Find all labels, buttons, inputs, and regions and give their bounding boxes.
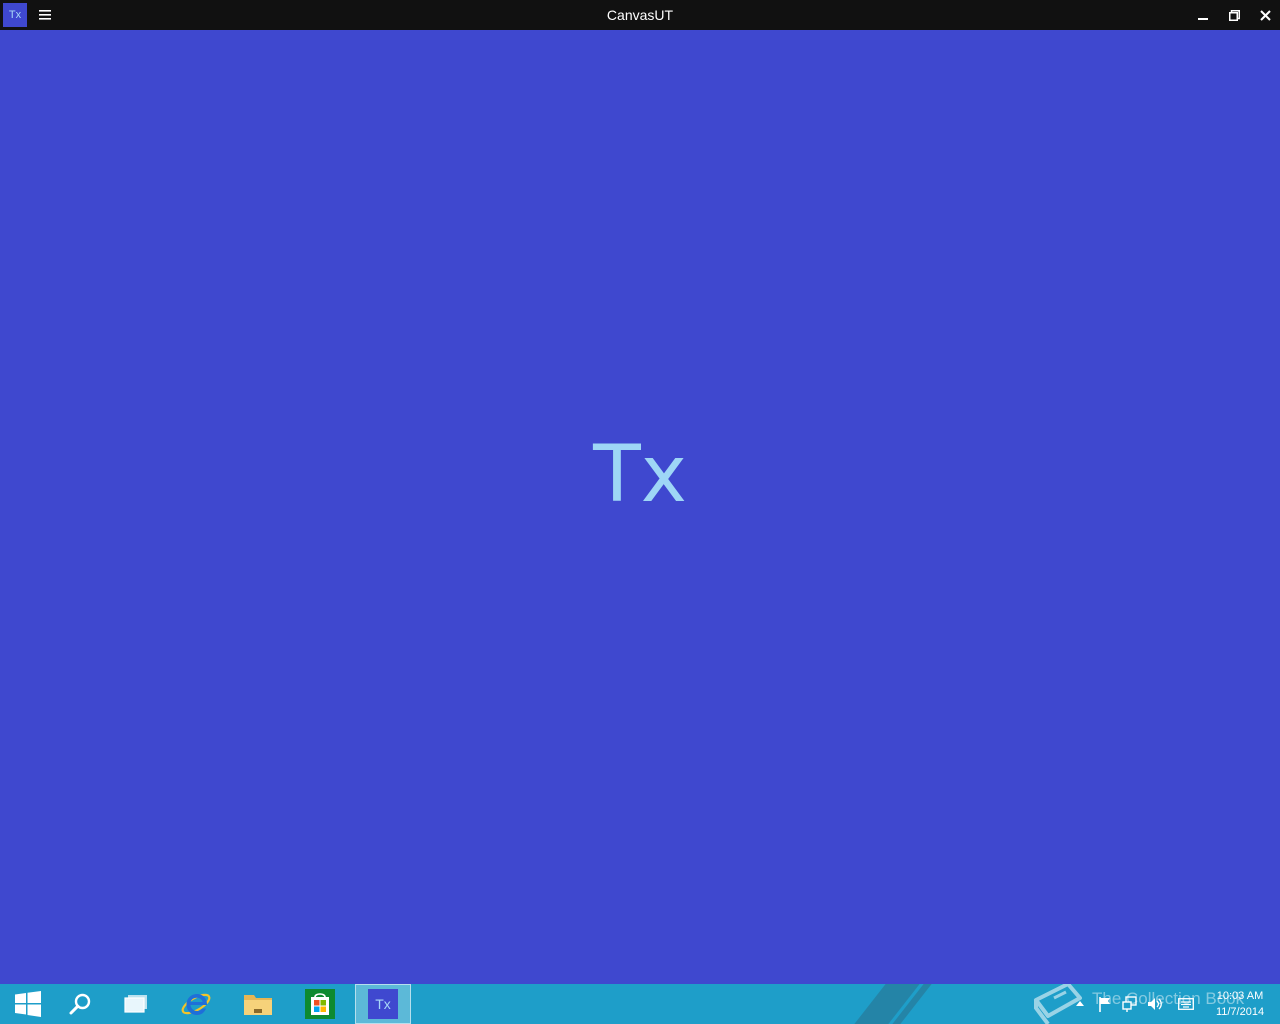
window-title-bar[interactable]: Tx CanvasUT	[0, 0, 1280, 30]
show-hidden-icons-chevron-icon	[1076, 1001, 1084, 1006]
minimize-icon	[1198, 18, 1208, 20]
search-button[interactable]	[52, 984, 108, 1024]
file-explorer-button[interactable]	[230, 984, 286, 1024]
taskbar: Tx The Collection Book 10:03 AM 11/7/201…	[0, 984, 1280, 1024]
task-view-button[interactable]	[108, 984, 164, 1024]
search-icon	[69, 993, 91, 1015]
start-button[interactable]	[0, 984, 56, 1024]
internet-explorer-button[interactable]	[168, 984, 224, 1024]
tx-app-icon: Tx	[368, 989, 398, 1019]
close-icon	[1259, 9, 1271, 21]
keyboard-icon	[1178, 998, 1194, 1010]
canvas-center-text: Tx	[593, 430, 687, 520]
restore-icon	[1228, 9, 1240, 21]
volume-icon	[1148, 998, 1162, 1010]
folder-icon	[244, 995, 272, 1015]
task-view-icon	[124, 995, 147, 1013]
network-button[interactable]	[1121, 995, 1139, 1013]
window-title: CanvasUT	[606, 7, 674, 23]
store-icon	[305, 989, 335, 1019]
close-button[interactable]	[1249, 0, 1280, 30]
desktop-screen: Tx CanvasUT Tx Tx The Collection Book 10…	[0, 0, 1280, 1024]
action-center-flag-icon	[1099, 997, 1110, 1012]
minimize-button[interactable]	[1187, 0, 1219, 30]
volume-button[interactable]	[1146, 995, 1164, 1013]
action-center-button[interactable]	[1096, 995, 1114, 1013]
show-hidden-icons-button[interactable]	[1071, 995, 1089, 1013]
keyboard-button[interactable]	[1177, 995, 1195, 1013]
windows-logo-icon	[15, 991, 41, 1017]
canvasut-taskbar-button[interactable]: Tx	[355, 984, 411, 1024]
internet-explorer-icon	[181, 993, 211, 1015]
clock-date[interactable]: 11/7/2014	[1206, 1006, 1274, 1018]
restore-button[interactable]	[1218, 0, 1250, 30]
clock-time[interactable]: 10:03 AM	[1206, 990, 1274, 1002]
network-icon	[1122, 996, 1137, 1012]
store-button[interactable]	[292, 984, 348, 1024]
